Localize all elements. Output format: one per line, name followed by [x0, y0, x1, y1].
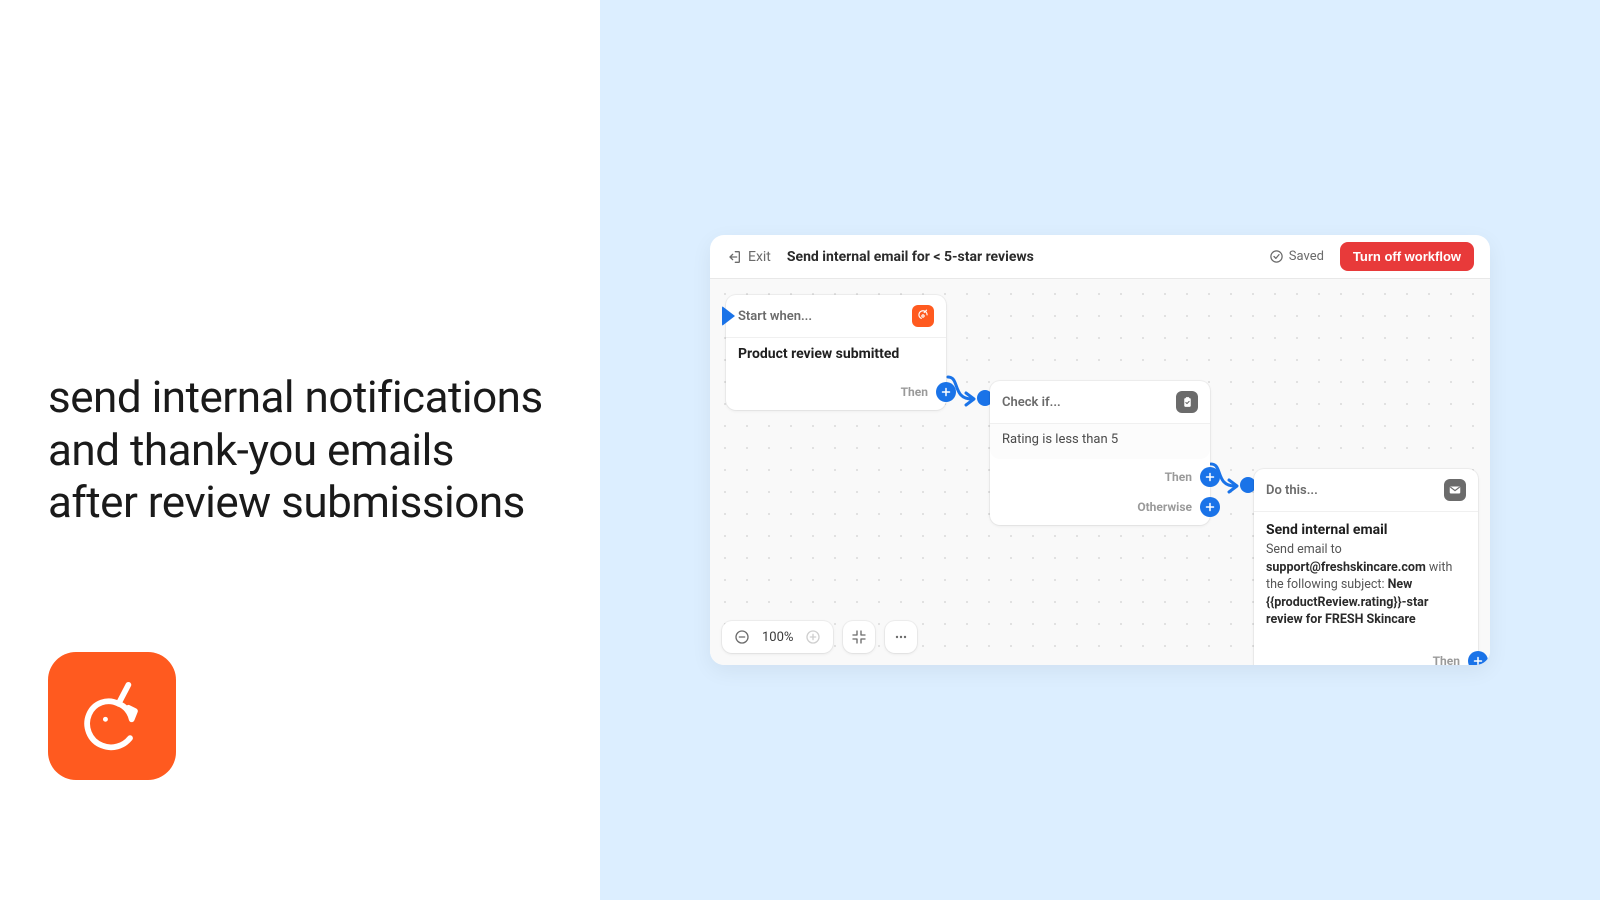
then-label: Then — [1165, 470, 1192, 484]
zoom-level: 100% — [762, 630, 793, 645]
more-options-button[interactable] — [885, 621, 917, 653]
check-circle-icon — [1269, 249, 1284, 264]
workflow-title: Send internal email for < 5-star reviews — [787, 249, 1034, 265]
brand-logo — [48, 652, 176, 780]
trigger-content: Product review submitted — [726, 337, 946, 374]
unicorn-icon — [71, 675, 153, 757]
zoom-controls: 100% — [722, 621, 917, 653]
condition-content: Rating is less than 5 — [990, 423, 1210, 459]
exit-icon — [726, 249, 742, 265]
screenshot-panel: Exit Send internal email for < 5-star re… — [600, 0, 1600, 900]
turn-off-workflow-button[interactable]: Turn off workflow — [1340, 242, 1474, 271]
exit-button[interactable]: Exit — [726, 249, 771, 265]
exit-label: Exit — [748, 249, 771, 265]
clipboard-icon — [1176, 391, 1198, 413]
workflow-editor-window: Exit Send internal email for < 5-star re… — [710, 235, 1490, 665]
collapse-icon — [851, 629, 867, 645]
add-step-button[interactable] — [1468, 651, 1488, 666]
otherwise-label: Otherwise — [1137, 500, 1192, 514]
dots-icon — [893, 629, 909, 645]
trigger-label: Start when... — [738, 309, 812, 324]
action-title: Send internal email — [1266, 522, 1466, 538]
left-marketing-panel: send internal notifications and thank-yo… — [0, 0, 600, 900]
action-label: Do this... — [1266, 483, 1318, 498]
play-icon — [722, 306, 735, 326]
window-header: Exit Send internal email for < 5-star re… — [710, 235, 1490, 279]
then-label: Then — [1433, 654, 1460, 666]
add-step-button[interactable] — [936, 382, 956, 402]
condition-label: Check if... — [1002, 395, 1061, 410]
action-description: Send email to support@freshskincare.com … — [1266, 541, 1466, 629]
then-label: Then — [901, 385, 928, 399]
action-node[interactable]: Do this... Send internal email Send emai… — [1254, 469, 1478, 665]
add-step-button[interactable] — [1200, 497, 1220, 517]
headline: send internal notifications and thank-yo… — [48, 371, 552, 529]
workflow-canvas[interactable]: Start when... Product review submitted T… — [710, 279, 1490, 665]
condition-node[interactable]: Check if... Rating is less than 5 Then O… — [990, 381, 1210, 525]
add-step-button[interactable] — [1200, 467, 1220, 487]
trigger-node[interactable]: Start when... Product review submitted T… — [726, 295, 946, 410]
mail-icon — [1444, 479, 1466, 501]
integration-icon — [912, 305, 934, 327]
saved-status: Saved — [1269, 249, 1324, 264]
zoom-out-button[interactable] — [732, 627, 752, 647]
saved-label: Saved — [1289, 249, 1324, 264]
fit-view-button[interactable] — [843, 621, 875, 653]
zoom-in-button[interactable] — [803, 627, 823, 647]
